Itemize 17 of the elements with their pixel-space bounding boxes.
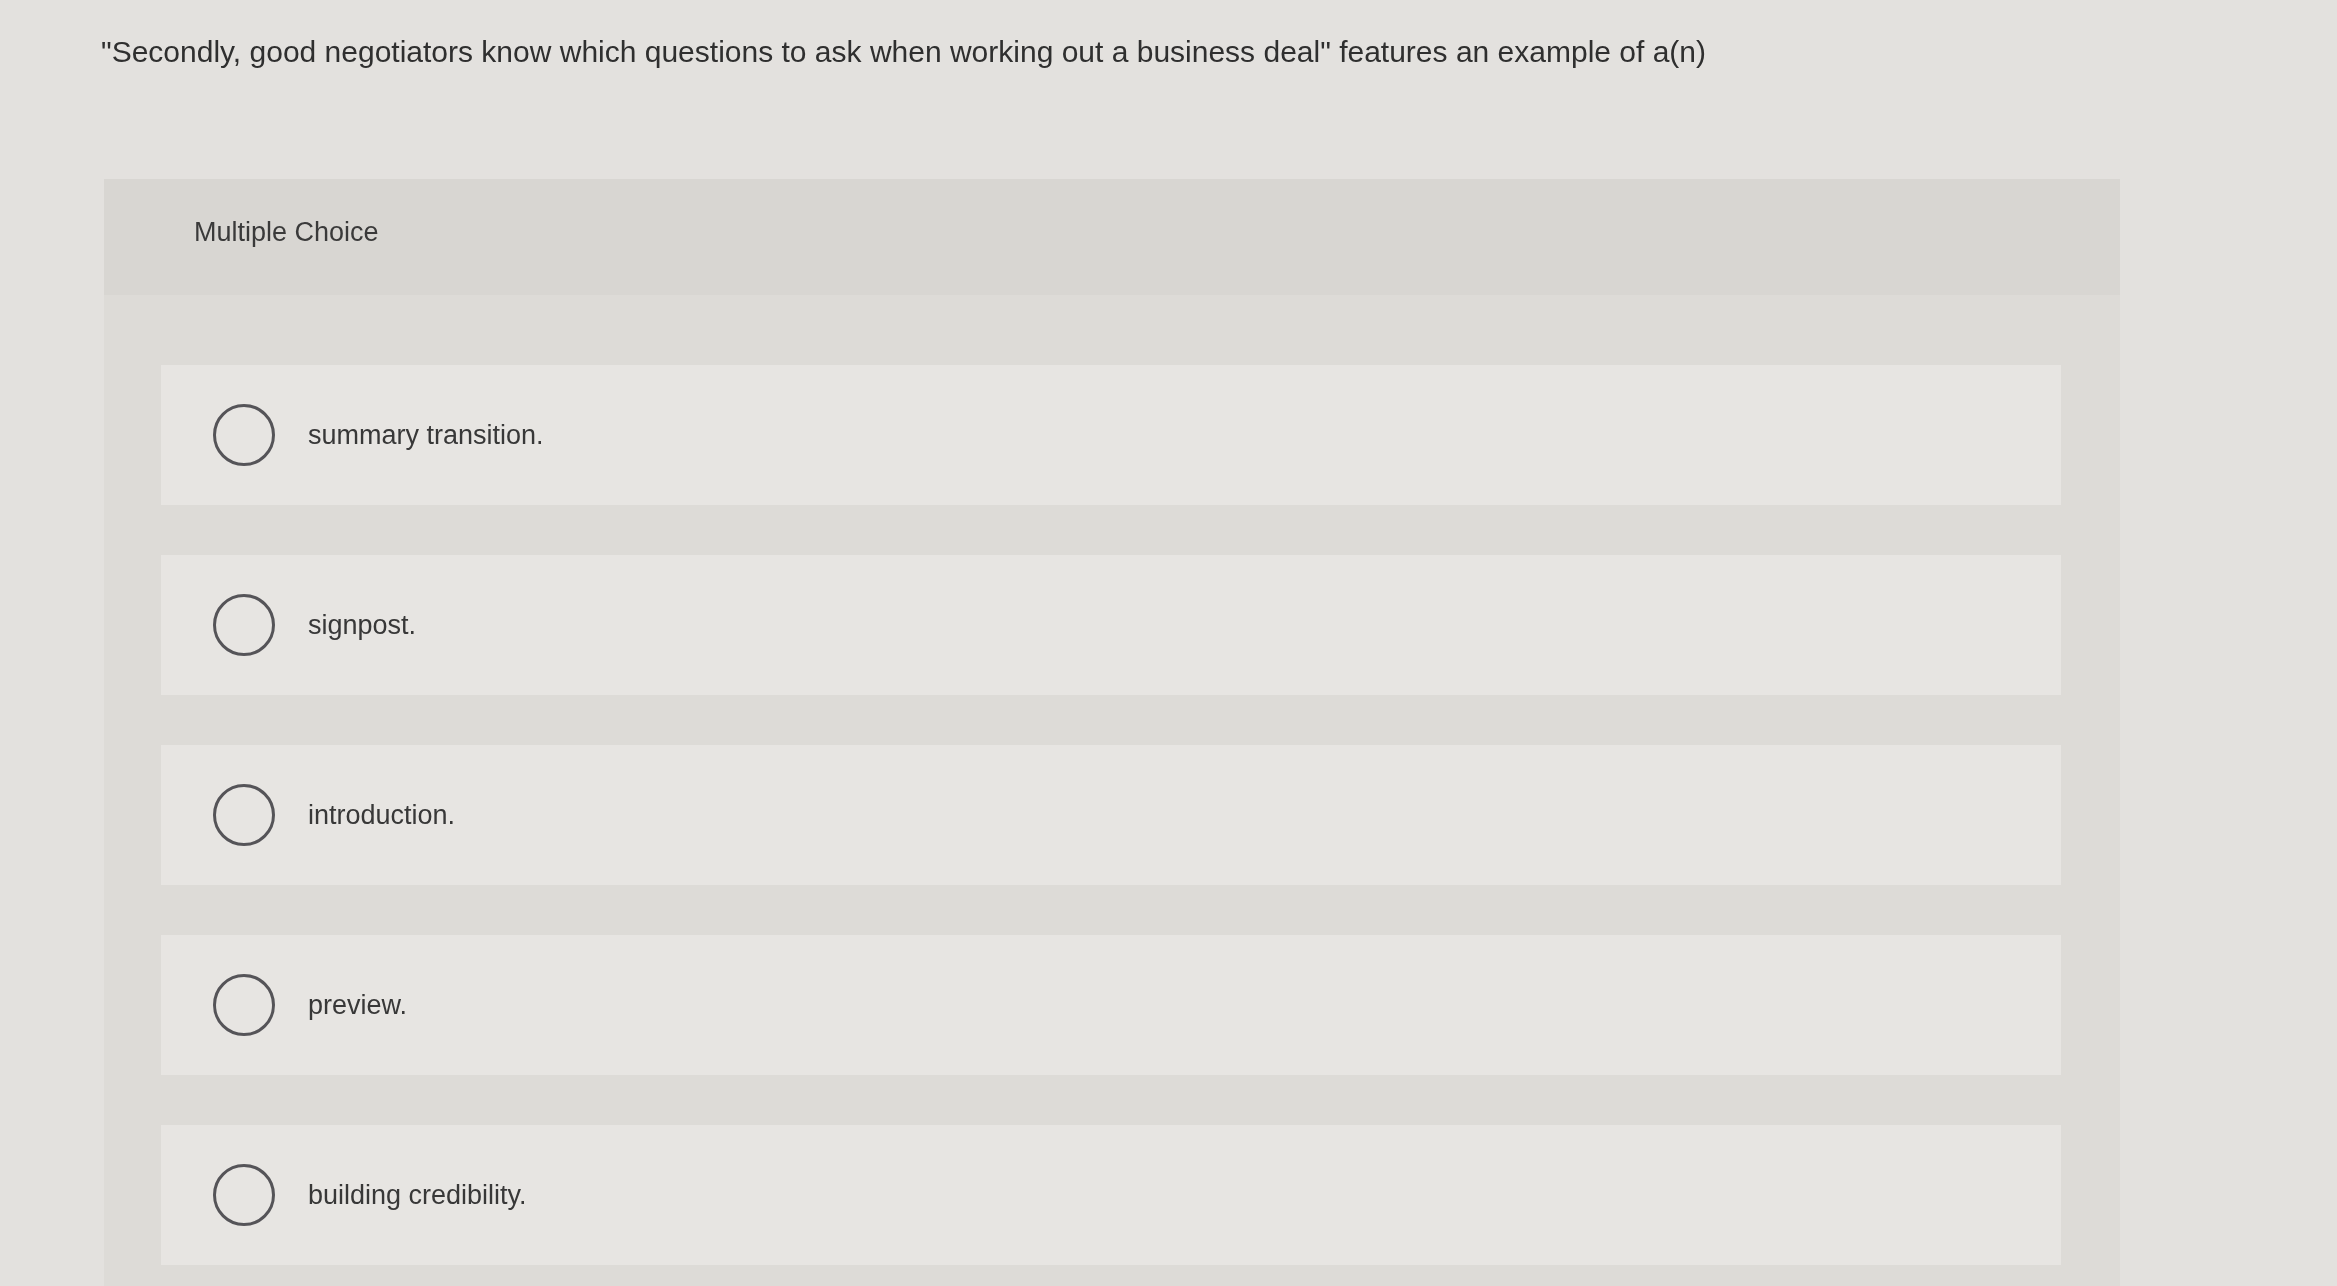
section-label: Multiple Choice: [194, 216, 379, 249]
answer-option[interactable]: building credibility.: [161, 1125, 2061, 1265]
option-text: preview.: [308, 988, 408, 1022]
option-text: introduction.: [308, 798, 456, 832]
option-text: summary transition.: [308, 418, 544, 452]
radio-icon[interactable]: [213, 974, 275, 1036]
radio-icon[interactable]: [213, 594, 275, 656]
radio-icon[interactable]: [213, 784, 275, 846]
answer-option[interactable]: summary transition.: [161, 365, 2061, 505]
option-text: signpost.: [308, 608, 417, 642]
answer-option[interactable]: preview.: [161, 935, 2061, 1075]
question-text: "Secondly, good negotiators know which questions to ask when working out a business deal" features an example of a(n): [101, 34, 1706, 70]
answer-option[interactable]: signpost.: [161, 555, 2061, 695]
answer-option[interactable]: introduction.: [161, 745, 2061, 885]
radio-icon[interactable]: [213, 404, 275, 466]
option-text: building credibility.: [308, 1178, 527, 1212]
radio-icon[interactable]: [213, 1164, 275, 1226]
